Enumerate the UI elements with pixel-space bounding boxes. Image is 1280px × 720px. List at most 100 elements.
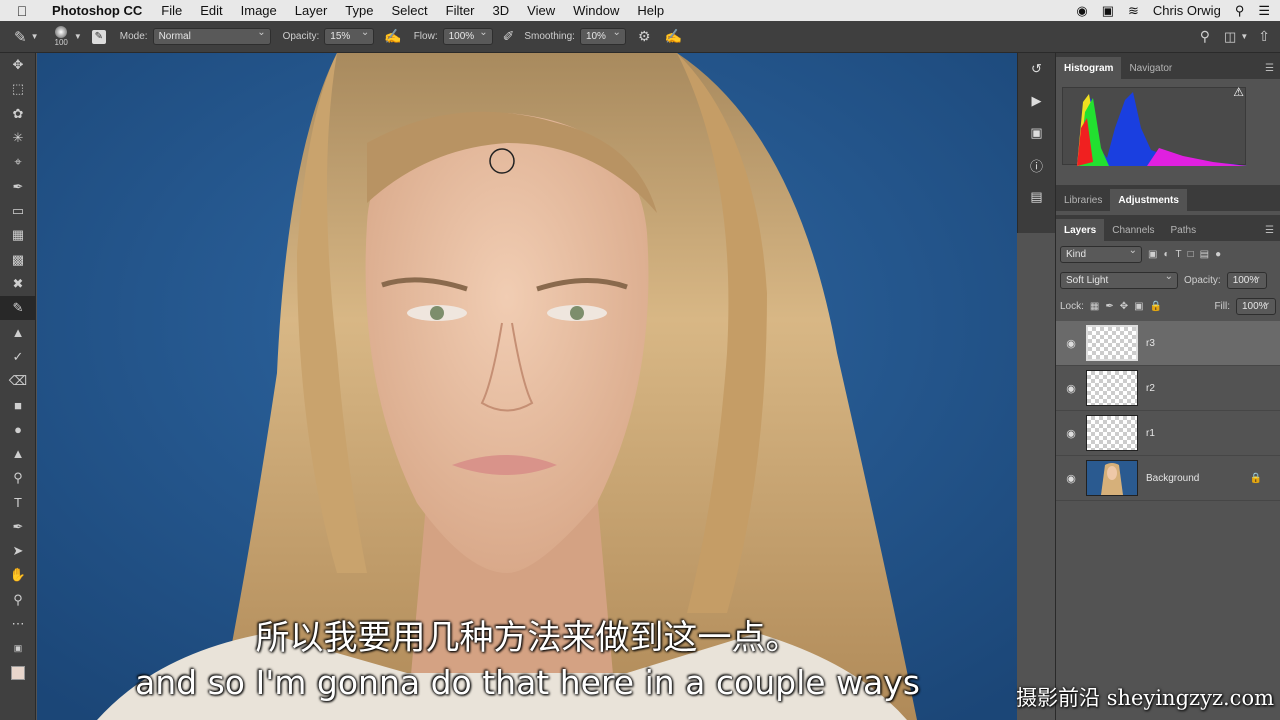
history-icon[interactable]: ↺	[1018, 53, 1055, 85]
lock-position-icon[interactable]: ✥	[1120, 301, 1128, 312]
eraser-tool-icon[interactable]: ⌫	[0, 369, 36, 393]
dodge-tool-icon[interactable]: ▲	[0, 442, 36, 466]
layer-comps-icon[interactable]: ▤	[1018, 181, 1055, 213]
type-filter-icon[interactable]: T	[1176, 249, 1182, 260]
chevron-down-icon[interactable]: ▼	[1240, 32, 1248, 41]
adjustment-filter-icon[interactable]: ◐	[1163, 249, 1169, 260]
history-brush-tool-icon[interactable]: ✓	[0, 345, 36, 369]
quick-selection-tool-icon[interactable]: ✳	[0, 126, 36, 150]
pen-tool-icon[interactable]: ✒	[0, 515, 36, 539]
lock-transparent-icon[interactable]: ▦	[1090, 301, 1099, 312]
spot-healing-tool-icon[interactable]: ▭	[0, 199, 36, 223]
notification-list-icon[interactable]: ☰	[1258, 3, 1270, 19]
menu-layer[interactable]: Layer	[286, 3, 337, 18]
menu-edit[interactable]: Edit	[191, 3, 231, 18]
pressure-size-icon[interactable]: ✍	[665, 28, 682, 45]
search-icon[interactable]: ⚲	[1200, 28, 1210, 45]
menu-window[interactable]: Window	[564, 3, 628, 18]
blend-mode-select[interactable]: Soft Light	[1060, 271, 1178, 289]
layer-row[interactable]: ◉ r1	[1056, 411, 1280, 456]
menu-3d[interactable]: 3D	[484, 3, 519, 18]
layer-name[interactable]: Background	[1146, 473, 1199, 484]
airbrush-icon[interactable]: ✐	[503, 28, 515, 45]
shape-filter-icon[interactable]: □	[1188, 249, 1194, 260]
chevron-down-icon[interactable]: ▼	[74, 32, 82, 41]
tab-layers[interactable]: Layers	[1056, 219, 1105, 241]
layer-row[interactable]: ◉ r3	[1056, 321, 1280, 366]
brush-tool-icon[interactable]: ✎	[14, 28, 27, 46]
zoom-tool-icon[interactable]: ⚲	[0, 588, 36, 612]
layer-opacity-field[interactable]: 100%	[1226, 271, 1267, 289]
content-aware-move-icon[interactable]: ✖	[0, 272, 36, 296]
lock-all-icon[interactable]: 🔒	[1150, 301, 1162, 312]
pixel-filter-icon[interactable]: ▣	[1148, 249, 1157, 260]
layer-row[interactable]: ◉ r2	[1056, 366, 1280, 411]
display-icon[interactable]: ▣	[1102, 3, 1114, 19]
opacity-field[interactable]: 15%	[324, 27, 375, 45]
patch-tool-icon[interactable]: ▩	[0, 247, 36, 271]
menu-image[interactable]: Image	[232, 3, 286, 18]
lock-image-icon[interactable]: ✒	[1105, 301, 1113, 312]
menu-select[interactable]: Select	[382, 3, 436, 18]
filter-kind-select[interactable]: Kind	[1060, 245, 1142, 263]
brush-settings-icon[interactable]: ✎	[91, 29, 106, 44]
layer-name[interactable]: r3	[1146, 338, 1155, 349]
menu-view[interactable]: View	[518, 3, 564, 18]
user-name[interactable]: Chris Orwig	[1153, 3, 1221, 18]
tab-navigator[interactable]: Navigator	[1121, 57, 1180, 79]
burn-tool-icon[interactable]: ⚲	[0, 466, 36, 490]
layer-name[interactable]: r2	[1146, 383, 1155, 394]
layer-name[interactable]: r1	[1146, 428, 1155, 439]
pressure-opacity-icon[interactable]: ✍	[384, 28, 401, 45]
apple-icon[interactable]: 	[0, 3, 44, 19]
marquee-tool-icon[interactable]: ⬚	[0, 77, 36, 101]
properties-icon[interactable]: ▣	[1018, 117, 1055, 149]
move-tool-icon[interactable]: ✥	[0, 53, 36, 77]
flow-field[interactable]: 100%	[442, 27, 493, 45]
layer-row[interactable]: ◉ Background 🔒	[1056, 456, 1280, 501]
menu-type[interactable]: Type	[336, 3, 382, 18]
eye-icon[interactable]: ◉	[1056, 472, 1086, 485]
eye-icon[interactable]: ◉	[1056, 382, 1086, 395]
warning-icon[interactable]: ⚠	[1233, 85, 1244, 99]
path-selection-tool-icon[interactable]: ➤	[0, 539, 36, 563]
filter-toggle-icon[interactable]: ●	[1215, 249, 1221, 260]
app-menu[interactable]: Photoshop CC	[44, 3, 152, 18]
share-icon[interactable]: ⇧	[1258, 28, 1270, 45]
tab-histogram[interactable]: Histogram	[1056, 57, 1122, 79]
eyedropper-tool-icon[interactable]: ✒	[0, 174, 36, 198]
smart-object-filter-icon[interactable]: ▤	[1200, 249, 1209, 260]
brush-preset-picker[interactable]: 100	[55, 26, 68, 47]
wifi-icon[interactable]: ≋	[1128, 3, 1139, 19]
menu-help[interactable]: Help	[628, 3, 673, 18]
panel-menu-icon[interactable]: ☰	[1265, 57, 1274, 79]
type-tool-icon[interactable]: T	[0, 490, 36, 514]
tab-libraries[interactable]: Libraries	[1056, 189, 1110, 211]
eye-icon[interactable]: ◉	[1056, 427, 1086, 440]
brush-tool-icon[interactable]: ✎	[0, 295, 36, 321]
actions-play-icon[interactable]: ▶	[1018, 85, 1055, 117]
crop-tool-icon[interactable]: ⌖	[0, 150, 36, 174]
panel-menu-icon[interactable]: ☰	[1265, 219, 1274, 241]
gear-icon[interactable]: ⚙	[638, 28, 651, 45]
chevron-down-icon[interactable]: ▼	[31, 32, 39, 41]
mode-select[interactable]: Normal	[152, 27, 271, 45]
workspace-icon[interactable]: ◫	[1224, 29, 1236, 45]
tab-paths[interactable]: Paths	[1163, 219, 1205, 241]
spotlight-search-icon[interactable]: ⚲	[1235, 3, 1245, 19]
clone-stamp-tool-icon[interactable]: ▲	[0, 320, 36, 344]
eye-icon[interactable]: ◉	[1056, 337, 1086, 350]
info-icon[interactable]: ⓘ	[1018, 149, 1055, 181]
lock-artboard-icon[interactable]: ▣	[1134, 301, 1143, 312]
healing-brush-tool-icon[interactable]: ▦	[0, 223, 36, 247]
tab-channels[interactable]: Channels	[1104, 219, 1162, 241]
fill-field[interactable]: 100%	[1236, 297, 1276, 315]
tab-adjustments[interactable]: Adjustments	[1110, 189, 1187, 211]
lasso-tool-icon[interactable]: ✿	[0, 102, 36, 126]
menu-filter[interactable]: Filter	[437, 3, 484, 18]
hand-tool-icon[interactable]: ✋	[0, 563, 36, 587]
blur-tool-icon[interactable]: ●	[0, 417, 36, 441]
smoothing-field[interactable]: 10%	[579, 27, 626, 45]
creative-cloud-icon[interactable]: ◉	[1076, 3, 1087, 19]
menu-file[interactable]: File	[152, 3, 191, 18]
